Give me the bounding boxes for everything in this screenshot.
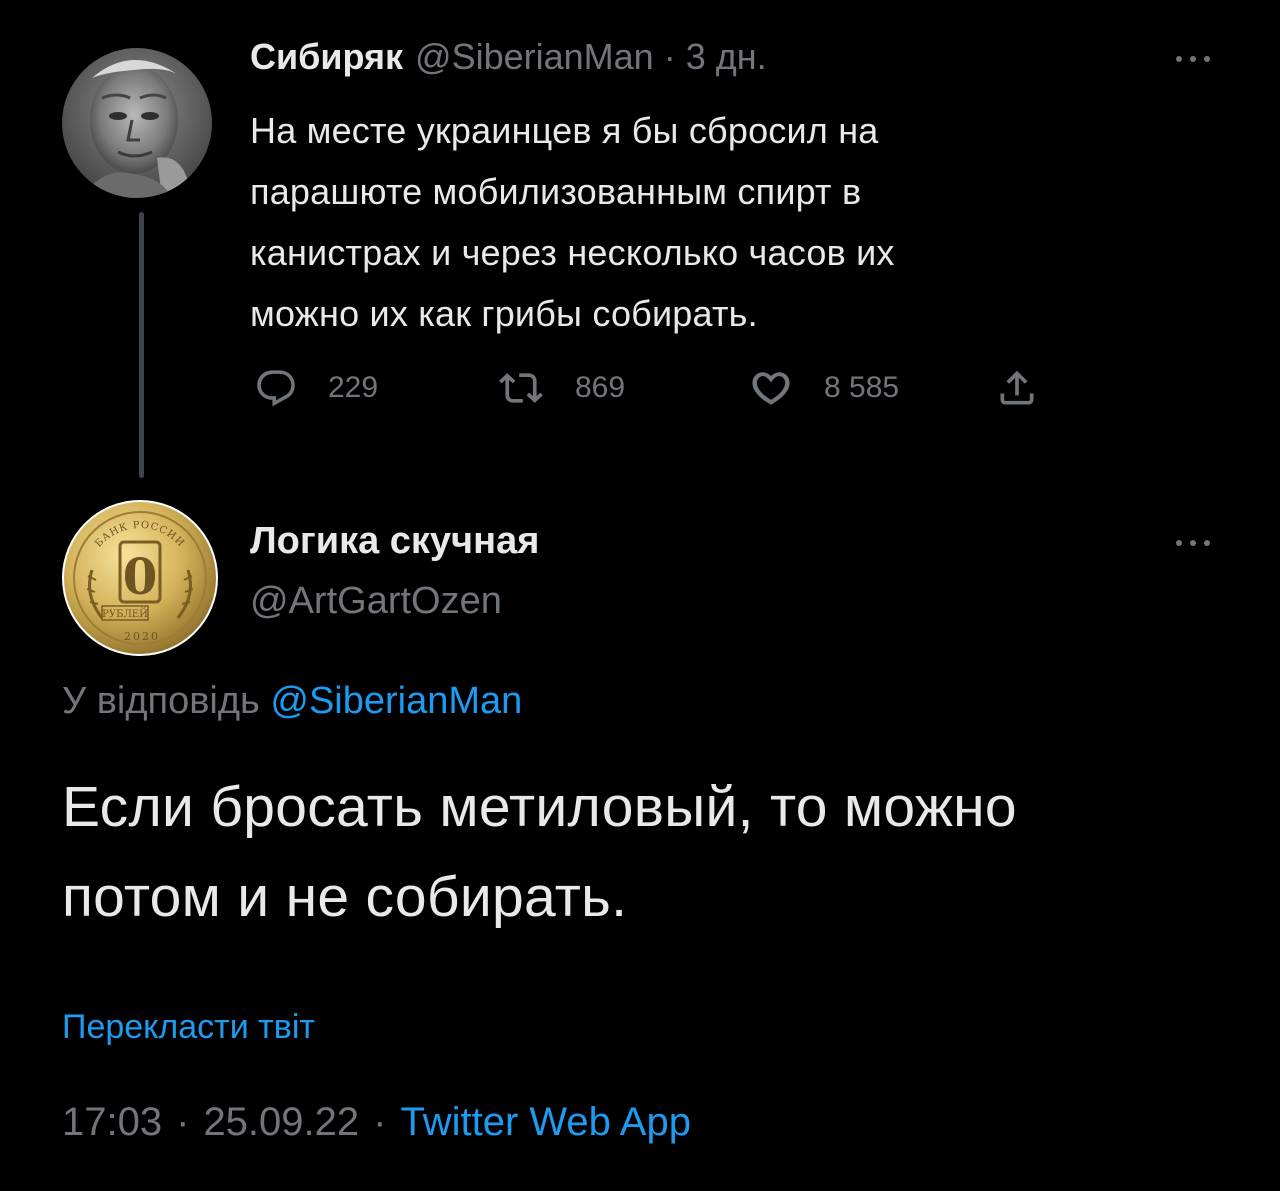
- reply-button[interactable]: 229: [254, 362, 378, 414]
- parent-author-handle[interactable]: @SiberianMan: [415, 36, 654, 78]
- reply-count: 229: [328, 371, 379, 404]
- parent-more-icon[interactable]: [1168, 44, 1218, 74]
- share-icon: [1000, 370, 1034, 405]
- heart-icon: [752, 372, 790, 405]
- thread-connector-line: [139, 212, 144, 478]
- coin-denomination: 0: [123, 547, 158, 606]
- tweet-date[interactable]: 25.09.22: [203, 1100, 359, 1145]
- retweet-icon: [499, 373, 543, 403]
- like-count: 8 585: [824, 371, 900, 404]
- replying-to-label: У відповідь: [62, 680, 260, 722]
- meta-separator: ·: [176, 1100, 190, 1144]
- parent-tweet-text: На месте украинцев я бы сбросил на параш…: [250, 110, 895, 334]
- source-app-link[interactable]: Twitter Web App: [400, 1100, 691, 1145]
- replying-to: У відповідь @SiberianMan: [62, 680, 522, 723]
- reply-more-icon[interactable]: [1168, 528, 1218, 558]
- reply-tweet-text: Если бросать метиловый, то можно потом и…: [62, 775, 1017, 929]
- translate-tweet-link[interactable]: Перекласти твіт: [62, 1008, 315, 1047]
- retweet-button[interactable]: 869: [497, 362, 625, 414]
- meta-separator: ·: [373, 1100, 387, 1144]
- parent-tweet-header: Сибиряк @SiberianMan · 3 дн.: [250, 36, 767, 86]
- header-separator: ·: [663, 36, 676, 77]
- coin-bottom-text: РУБЛЕЙ: [102, 608, 148, 620]
- like-button[interactable]: 8 585: [748, 362, 899, 414]
- reply-author-handle[interactable]: @ArtGartOzen: [250, 580, 502, 623]
- tweet-time[interactable]: 17:03: [62, 1100, 162, 1145]
- reply-author-avatar[interactable]: 0 БАНК РОССИИ РУБЛЕЙ 2020: [62, 500, 218, 656]
- replying-to-mention[interactable]: @SiberianMan: [270, 680, 522, 722]
- parent-author-name[interactable]: Сибиряк: [250, 36, 403, 78]
- share-button[interactable]: [995, 362, 1039, 414]
- parent-author-avatar[interactable]: [62, 48, 212, 198]
- retweet-count: 869: [575, 371, 626, 404]
- reply-author-name[interactable]: Логика скучная: [250, 520, 539, 563]
- coin-year: 2020: [124, 630, 160, 643]
- parent-tweet-time[interactable]: 3 дн.: [686, 36, 767, 78]
- tweet-metadata: 17:03 · 25.09.22 · Twitter Web App: [62, 1100, 691, 1145]
- reply-icon: [257, 370, 295, 407]
